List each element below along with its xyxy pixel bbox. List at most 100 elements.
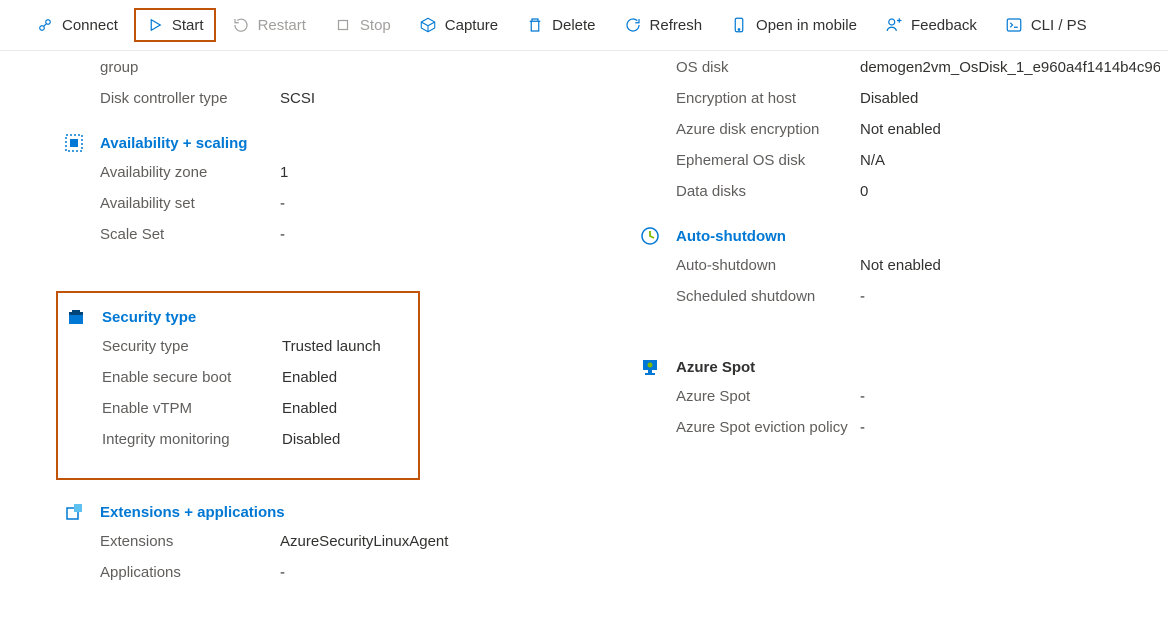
row-val: demogen2vm_OsDisk_1_e960a4f1414b4c968103… [860,59,1160,76]
section-availability: Availability + scaling Availability zone… [16,129,640,267]
row-key: Disk controller type [100,90,280,107]
table-row: Availability set- [100,195,640,212]
toolbar: Connect Start Restart Stop [0,0,1168,51]
table-row: Azure Spot- [676,388,1160,405]
cli-ps-label: CLI / PS [1031,17,1087,34]
capture-icon [419,16,437,34]
row-key: Data disks [676,183,860,200]
row-key: Availability zone [100,164,280,181]
section-security: Security type Security typeTrusted launc… [58,303,418,472]
row-key: Integrity monitoring [102,431,282,448]
table-row: Applications- [100,564,640,581]
row-key: Azure disk encryption [676,121,860,138]
stop-button: Stop [322,8,403,42]
start-button[interactable]: Start [134,8,216,42]
row-val: Not enabled [860,257,941,274]
connect-button[interactable]: Connect [24,8,130,42]
row-key: Enable secure boot [102,369,282,386]
cli-icon [1005,16,1023,34]
table-row: Azure disk encryptionNot enabled [676,121,1160,138]
table-row: Enable secure bootEnabled [102,369,418,386]
table-row: Availability zone1 [100,164,640,181]
table-row: Scale Set- [100,226,640,243]
table-row: Encryption at hostDisabled [676,90,1160,107]
feedback-label: Feedback [911,17,977,34]
availability-icon [64,133,84,153]
row-val: - [280,195,285,212]
spot-icon [640,357,660,377]
section-title[interactable]: Auto-shutdown [676,228,1160,245]
mobile-icon [730,16,748,34]
content-area: group Disk controller type SCSI Availabi… [0,51,1168,629]
table-row: Auto-shutdownNot enabled [676,257,1160,274]
open-in-mobile-label: Open in mobile [756,17,857,34]
left-column: group Disk controller type SCSI Availabi… [0,59,640,629]
table-row: Azure Spot eviction policy- [676,419,1160,436]
delete-label: Delete [552,17,595,34]
connect-label: Connect [62,17,118,34]
section-title: Azure Spot [676,359,1160,376]
row-val: 0 [860,183,868,200]
row-key: Encryption at host [676,90,860,107]
delete-button[interactable]: Delete [514,8,607,42]
section-auto-shutdown: Auto-shutdown Auto-shutdownNot enabled S… [640,222,1160,329]
row-val: Not enabled [860,121,941,138]
capture-button[interactable]: Capture [407,8,510,42]
section-title[interactable]: Availability + scaling [100,135,640,152]
right-top-rows: OS diskdemogen2vm_OsDisk_1_e960a4f1414b4… [640,59,1160,200]
row-val: - [280,564,285,581]
row-key: Applications [100,564,280,581]
capture-label: Capture [445,17,498,34]
security-icon [66,307,86,327]
row-val: - [860,388,865,405]
table-row: Integrity monitoringDisabled [102,431,418,448]
row-val: Trusted launch [282,338,381,355]
cli-ps-button[interactable]: CLI / PS [993,8,1099,42]
connect-icon [36,16,54,34]
start-label: Start [172,17,204,34]
restart-button: Restart [220,8,318,42]
restart-icon [232,16,250,34]
section-title[interactable]: Extensions + applications [100,504,640,521]
section-title[interactable]: Security type [102,309,418,326]
right-column: OS diskdemogen2vm_OsDisk_1_e960a4f1414b4… [640,59,1160,629]
security-highlight-box: Security type Security typeTrusted launc… [56,291,420,480]
table-row: Data disks0 [676,183,1160,200]
row-val: - [280,226,285,243]
feedback-button[interactable]: Feedback [873,8,989,42]
restart-label: Restart [258,17,306,34]
section-azure-spot: Azure Spot Azure Spot- Azure Spot evicti… [640,353,1160,460]
section-extensions: Extensions + applications ExtensionsAzur… [16,498,640,605]
refresh-button[interactable]: Refresh [612,8,715,42]
table-row: Disk controller type SCSI [100,90,640,107]
row-key: Scheduled shutdown [676,288,860,305]
row-val: - [860,288,865,305]
table-row: Security typeTrusted launch [102,338,418,355]
table-row: group [100,59,640,76]
row-val: 1 [280,164,288,181]
extensions-icon [64,502,84,522]
row-val: Disabled [282,431,340,448]
clock-icon [640,226,660,246]
row-val: SCSI [280,90,315,107]
play-icon [146,16,164,34]
row-key: Ephemeral OS disk [676,152,860,169]
open-in-mobile-button[interactable]: Open in mobile [718,8,869,42]
left-top-rows: group Disk controller type SCSI [16,59,640,107]
row-key: OS disk [676,59,860,76]
table-row: OS diskdemogen2vm_OsDisk_1_e960a4f1414b4… [676,59,1160,76]
row-key: Azure Spot [676,388,860,405]
row-val: - [860,419,865,436]
trash-icon [526,16,544,34]
stop-label: Stop [360,17,391,34]
row-key: Extensions [100,533,280,550]
refresh-label: Refresh [650,17,703,34]
row-val: AzureSecurityLinuxAgent [280,533,448,550]
table-row: Enable vTPMEnabled [102,400,418,417]
row-key: Enable vTPM [102,400,282,417]
stop-icon [334,16,352,34]
row-val: Enabled [282,400,337,417]
row-key: Azure Spot eviction policy [676,419,860,436]
table-row: ExtensionsAzureSecurityLinuxAgent [100,533,640,550]
row-val: N/A [860,152,885,169]
